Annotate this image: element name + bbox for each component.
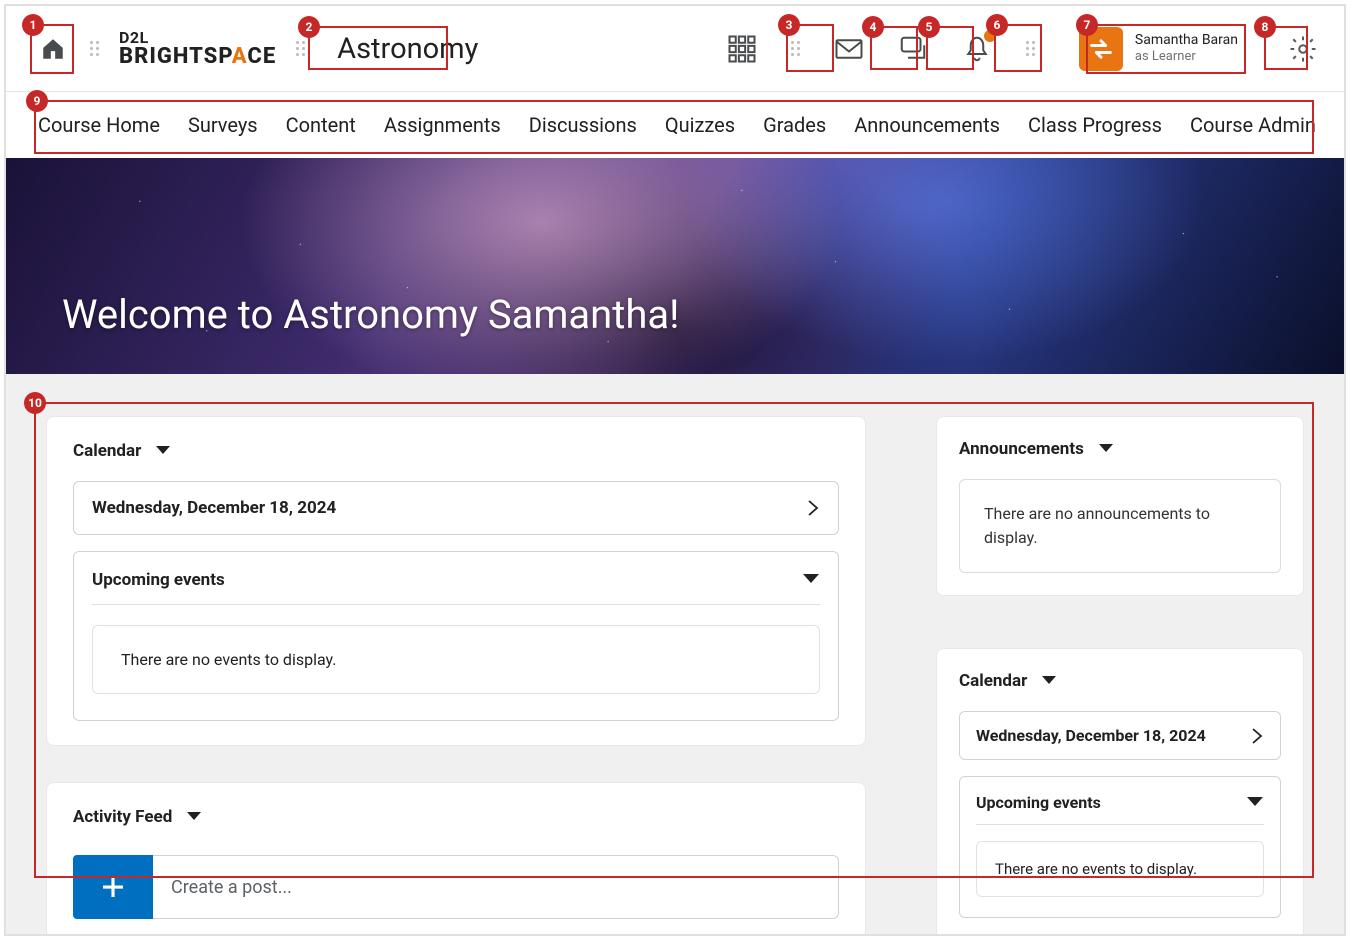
announcements-empty: There are no announcements to display. <box>959 479 1281 573</box>
annotation-marker: 10 <box>24 392 46 414</box>
nav-announcements[interactable]: Announcements <box>854 113 1000 137</box>
nav-content[interactable]: Content <box>286 113 356 137</box>
calendar-side-upcoming-empty: There are no events to display. <box>976 841 1264 897</box>
chevron-down-icon <box>155 444 171 456</box>
calendar-date-row[interactable]: Wednesday, December 18, 2024 <box>73 481 839 535</box>
envelope-icon <box>834 34 864 64</box>
course-name[interactable]: Astronomy <box>337 32 478 66</box>
annotation-marker: 3 <box>778 14 800 36</box>
create-post-input[interactable]: Create a post... <box>153 855 839 919</box>
upcoming-events-toggle[interactable] <box>802 570 820 590</box>
nav-quizzes[interactable]: Quizzes <box>665 113 735 137</box>
announcements-widget: Announcements There are no announcements… <box>936 416 1304 596</box>
drag-handle-icon <box>1026 41 1035 56</box>
create-post-button[interactable] <box>73 855 153 919</box>
chevron-down-icon <box>186 810 202 822</box>
grid-icon <box>727 34 757 64</box>
banner-title: Welcome to Astronomy Samantha! <box>62 291 679 338</box>
calendar-side-widget: Calendar Wednesday, December 18, 2024 Up… <box>936 648 1304 936</box>
annotation-marker: 5 <box>918 16 940 38</box>
calendar-side-title: Calendar <box>959 671 1027 691</box>
annotation-marker: 2 <box>298 16 320 38</box>
user-text: Samantha Baran as Learner <box>1135 32 1238 64</box>
annotation-marker: 8 <box>1254 16 1276 38</box>
header-icons: Samantha Baran as Learner <box>725 27 1320 71</box>
create-post-placeholder: Create a post... <box>171 877 292 898</box>
messages-button[interactable] <box>832 32 866 66</box>
annotation-marker: 7 <box>1076 14 1098 36</box>
drag-handle-icon <box>791 41 800 56</box>
activity-feed-title: Activity Feed <box>73 807 172 827</box>
chevron-down-icon <box>1098 442 1114 454</box>
update-alerts-button[interactable] <box>960 32 994 66</box>
user-name-label: Samantha Baran <box>1135 32 1238 49</box>
user-menu[interactable]: Samantha Baran as Learner <box>1079 27 1238 71</box>
calendar-side-date-row[interactable]: Wednesday, December 18, 2024 <box>959 711 1281 760</box>
plus-icon <box>98 872 128 902</box>
nav-grades[interactable]: Grades <box>763 113 826 137</box>
chevron-right-icon <box>806 499 820 517</box>
calendar-side-menu[interactable] <box>1041 671 1057 691</box>
nav-course-home[interactable]: Course Home <box>38 113 160 137</box>
nav-discussions[interactable]: Discussions <box>529 113 637 137</box>
nav-assignments[interactable]: Assignments <box>384 113 501 137</box>
user-role-label: as Learner <box>1135 49 1238 65</box>
homepage-content: Calendar Wednesday, December 18, 2024 Up… <box>6 374 1344 936</box>
drag-handle-icon <box>296 41 305 56</box>
upcoming-events-empty: There are no events to display. <box>92 625 820 694</box>
chevron-right-icon <box>1250 727 1264 745</box>
chevron-down-icon <box>1041 674 1057 686</box>
calendar-side-upcoming-title: Upcoming events <box>976 793 1101 812</box>
activity-feed-menu[interactable] <box>186 807 202 827</box>
calendar-widget: Calendar Wednesday, December 18, 2024 Up… <box>46 416 866 746</box>
annotation-marker: 1 <box>22 14 44 36</box>
caret-down-icon <box>802 573 820 585</box>
nav-more[interactable]: More <box>1344 113 1346 137</box>
activity-feed-widget: Activity Feed Create a post... <box>46 782 866 936</box>
calendar-widget-menu[interactable] <box>155 441 171 461</box>
nav-surveys[interactable]: Surveys <box>188 113 258 137</box>
announcements-title: Announcements <box>959 439 1084 459</box>
settings-button[interactable] <box>1286 32 1320 66</box>
upcoming-events-title: Upcoming events <box>92 570 225 590</box>
course-banner: Welcome to Astronomy Samantha! <box>6 158 1344 374</box>
calendar-date-label: Wednesday, December 18, 2024 <box>92 498 336 518</box>
gear-icon <box>1288 34 1318 64</box>
annotation-marker: 9 <box>26 90 48 112</box>
course-selector-button[interactable] <box>725 32 759 66</box>
nav-course-admin[interactable]: Course Admin <box>1190 113 1316 137</box>
calendar-side-upcoming-toggle[interactable] <box>1246 793 1264 812</box>
chat-icon <box>898 34 928 64</box>
caret-down-icon <box>1246 796 1264 808</box>
global-header: D2L BRIGHTSPACE Astronomy <box>6 6 1344 92</box>
brightspace-logo[interactable]: D2L BRIGHTSPACE <box>119 30 276 68</box>
calendar-side-upcoming-box: Upcoming events There are no events to d… <box>959 776 1281 918</box>
announcements-menu[interactable] <box>1098 439 1114 459</box>
home-icon <box>40 36 66 62</box>
calendar-side-date-label: Wednesday, December 18, 2024 <box>976 726 1206 745</box>
upcoming-events-box: Upcoming events There are no events to d… <box>73 551 839 721</box>
course-navbar: Course Home Surveys Content Assignments … <box>6 92 1344 158</box>
calendar-widget-title: Calendar <box>73 441 141 461</box>
home-button[interactable] <box>36 32 70 66</box>
drag-handle-icon <box>90 41 99 56</box>
nav-more-label: More <box>1344 113 1346 137</box>
role-switch-icon <box>1087 35 1115 63</box>
nav-class-progress[interactable]: Class Progress <box>1028 113 1162 137</box>
logo-bottom-text: BRIGHTSPACE <box>119 46 276 68</box>
annotation-marker: 6 <box>986 14 1008 36</box>
annotation-marker: 4 <box>862 16 884 38</box>
